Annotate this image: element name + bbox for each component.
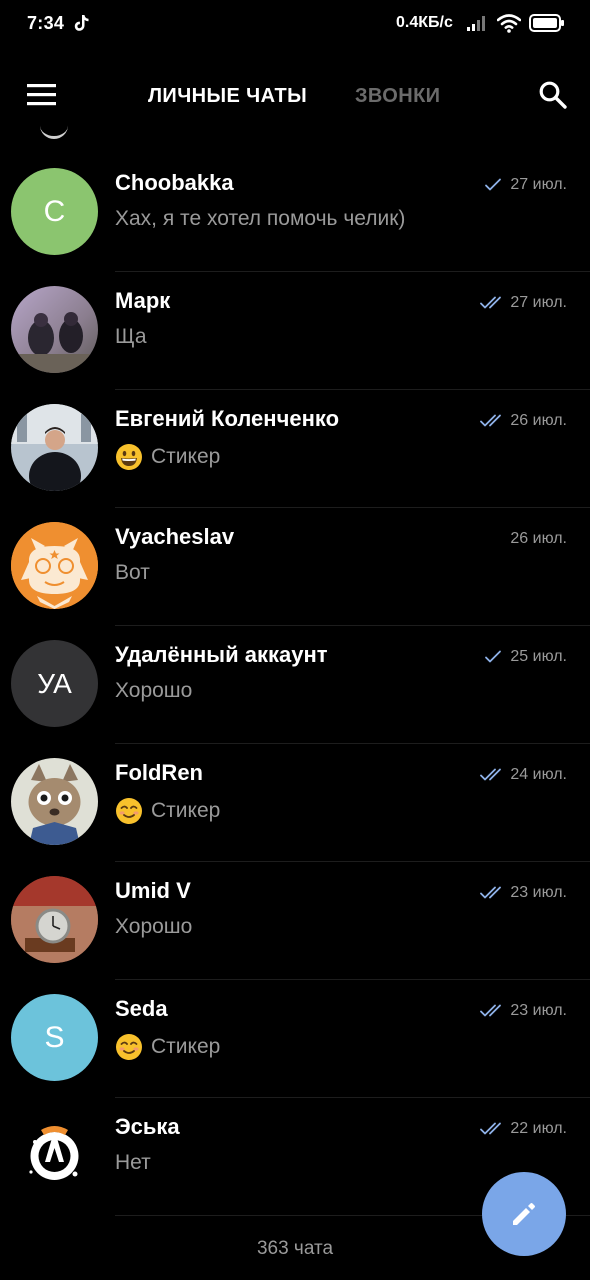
status-time: 7:34 — [27, 13, 65, 33]
chat-preview-text: Ща — [115, 325, 147, 348]
signal-icon — [467, 16, 485, 31]
chat-preview: Хорошо — [115, 679, 192, 703]
avatar — [11, 404, 98, 491]
chat-meta: 24 июл. — [480, 766, 567, 784]
avatar: C — [11, 168, 98, 255]
chat-preview-text: Стикер — [151, 1035, 221, 1058]
overwatch-logo-icon — [11, 1112, 98, 1199]
chat-meta: 26 июл. — [510, 530, 567, 548]
chat-preview: Стикер — [115, 1033, 220, 1061]
chat-preview-text: Вот — [115, 561, 150, 584]
chat-preview: Стикер — [115, 797, 220, 825]
chat-preview: Стикер — [115, 443, 220, 471]
mascot-avatar-icon — [11, 522, 98, 609]
new-chat-button[interactable] — [482, 1172, 566, 1256]
partial-avatar — [40, 112, 68, 139]
watch-avatar-icon — [11, 876, 98, 963]
avatar — [11, 522, 98, 609]
chat-date: 23 июл. — [510, 1002, 567, 1019]
chat-meta: 26 июл. — [480, 412, 567, 430]
chat-preview: Хах, я те хотел помочь челик) — [115, 207, 405, 231]
grinning-face-emoji-icon — [116, 444, 142, 470]
chat-list: C Choobakka 27 июл. Хах, я те хотел помо… — [0, 154, 590, 1216]
chat-preview: Вот — [115, 561, 150, 585]
chat-preview-text: Стикер — [151, 799, 221, 822]
avatar — [11, 758, 98, 845]
chat-meta: 27 июл. — [480, 294, 567, 312]
avatar-initials: УА — [37, 667, 72, 699]
chat-meta: 22 июл. — [480, 1120, 567, 1138]
double-check-icon — [480, 414, 502, 427]
avatar: S — [11, 994, 98, 1081]
double-check-icon — [480, 768, 502, 781]
battery-icon — [529, 14, 564, 32]
tiktok-icon — [74, 15, 89, 31]
tab-calls[interactable]: ЗВОНКИ — [355, 85, 440, 108]
double-check-icon — [480, 886, 502, 899]
chat-name: Choobakka — [115, 170, 234, 195]
chat-preview-text: Хах, я те хотел помочь челик) — [115, 207, 406, 230]
chat-row[interactable]: Евгений Коленченко 26 июл. Стикер — [0, 390, 590, 508]
cat-avatar-icon — [11, 758, 98, 845]
avatar-initials: C — [43, 194, 66, 228]
chat-row[interactable]: C Choobakka 27 июл. Хах, я те хотел помо… — [0, 154, 590, 272]
network-speed: 0.4КБ/с — [396, 14, 453, 31]
avatar: УА — [11, 640, 98, 727]
chat-preview: Нет — [115, 1151, 151, 1175]
chat-row[interactable]: Vyacheslav 26 июл. Вот — [0, 508, 590, 626]
double-check-icon — [480, 296, 502, 309]
avatar — [11, 876, 98, 963]
chat-date: 26 июл. — [510, 412, 567, 429]
avatar — [11, 1112, 98, 1199]
avatar-initials: S — [44, 1020, 65, 1054]
search-icon[interactable] — [538, 80, 568, 110]
single-check-icon — [485, 178, 502, 191]
tab-personal-chats[interactable]: ЛИЧНЫЕ ЧАТЫ — [148, 85, 307, 108]
chat-preview-text: Хорошо — [115, 915, 193, 938]
chat-meta: 25 июл. — [480, 648, 567, 666]
chat-preview: Хорошо — [115, 915, 192, 939]
chat-meta: 23 июл. — [480, 884, 567, 902]
chat-name: Удалённый аккаунт — [115, 642, 328, 667]
double-check-icon — [480, 1122, 502, 1135]
chat-meta: 27 июл. — [480, 176, 567, 194]
chat-row[interactable]: S Seda 23 июл. Стикер — [0, 980, 590, 1098]
chat-name: Марк — [115, 288, 171, 313]
menu-icon[interactable] — [27, 82, 57, 108]
chat-preview-text: Нет — [115, 1151, 151, 1174]
chat-row[interactable]: FoldRen 24 июл. Стикер — [0, 744, 590, 862]
wifi-icon — [497, 14, 521, 33]
chat-date: 27 июл. — [510, 294, 567, 311]
chat-date: 23 июл. — [510, 884, 567, 901]
chat-name: Seda — [115, 996, 168, 1021]
chat-preview-text: Стикер — [151, 445, 221, 468]
double-check-icon — [480, 1004, 502, 1017]
chat-date: 25 июл. — [510, 648, 567, 665]
chat-date: 24 июл. — [510, 766, 567, 783]
chat-date: 27 июл. — [510, 176, 567, 193]
chat-name: FoldRen — [115, 760, 203, 785]
app-bar: ЛИЧНЫЕ ЧАТЫ ЗВОНКИ — [0, 58, 590, 136]
chat-name: Евгений Коленченко — [115, 406, 340, 431]
chat-preview: Ща — [115, 325, 147, 349]
chat-row[interactable]: УА Удалённый аккаунт 25 июл. Хорошо — [0, 626, 590, 744]
smiling-face-emoji-icon — [116, 1034, 142, 1060]
single-check-icon — [485, 650, 502, 663]
smiling-face-emoji-icon — [116, 798, 142, 824]
chat-date: 26 июл. — [510, 530, 567, 547]
avatar-photo-icon — [11, 404, 98, 491]
chat-date: 22 июл. — [510, 1120, 567, 1137]
chat-name: Vyacheslav — [115, 524, 235, 549]
avatar-photo-icon — [11, 286, 98, 373]
status-bar: 7:34 0.4КБ/с — [0, 0, 590, 50]
chat-meta: 23 июл. — [480, 1002, 567, 1020]
chat-name: Umid V — [115, 878, 191, 903]
pencil-icon — [513, 1203, 535, 1225]
chat-row[interactable]: Марк 27 июл. Ща — [0, 272, 590, 390]
chat-row[interactable]: Umid V 23 июл. Хорошо — [0, 862, 590, 980]
avatar — [11, 286, 98, 373]
chat-name: Эська — [115, 1114, 180, 1139]
chat-preview-text: Хорошо — [115, 679, 193, 702]
